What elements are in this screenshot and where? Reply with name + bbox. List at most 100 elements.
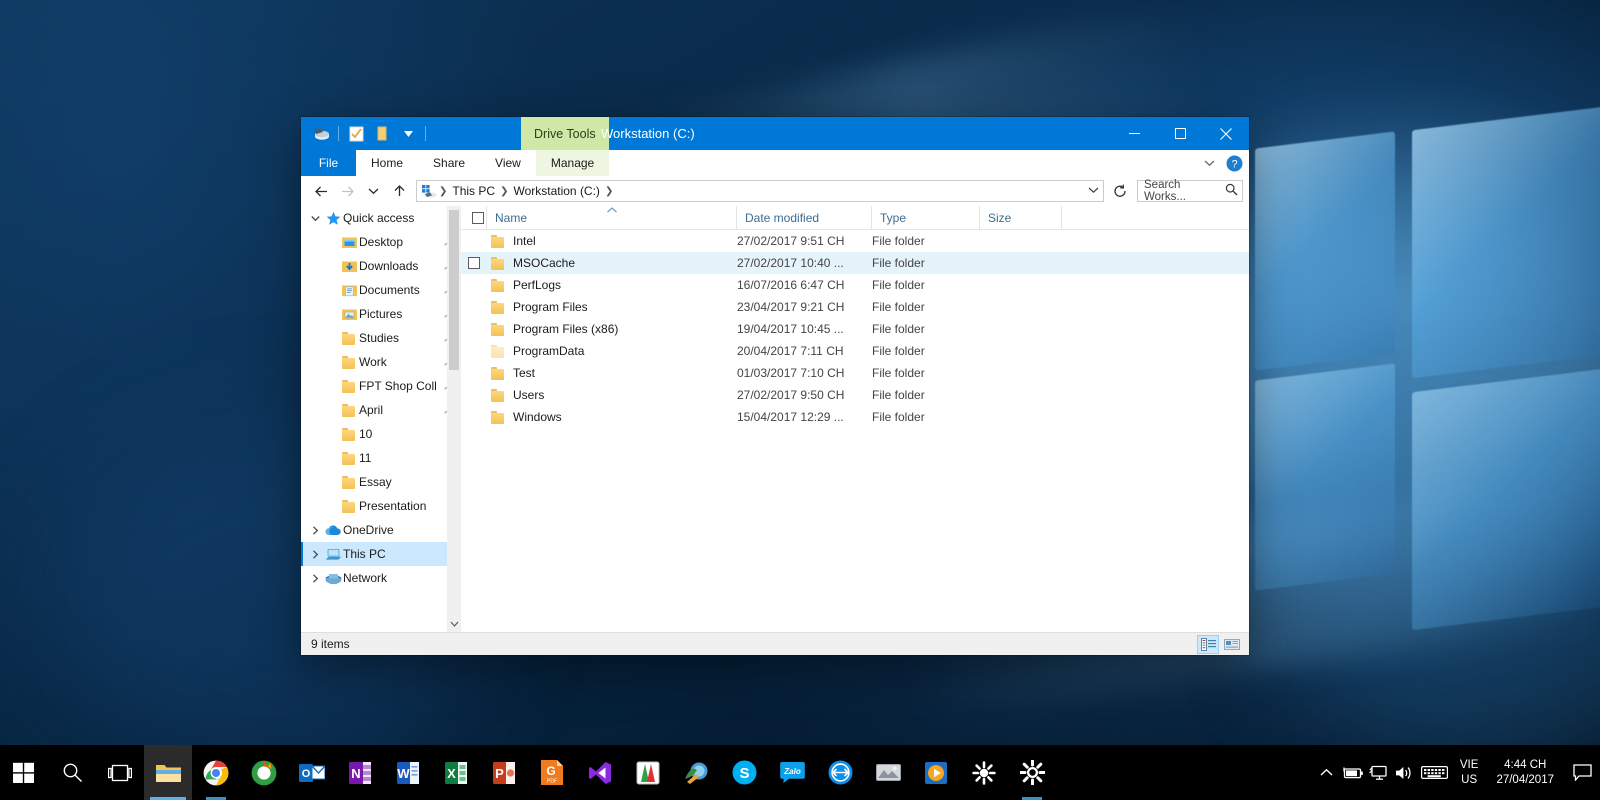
table-row[interactable]: Intel 27/02/2017 9:51 CH File folder [461,230,1249,252]
taskbar-app-internet-download-manager[interactable] [672,745,720,800]
breadcrumb-item-this-pc[interactable]: This PC [448,184,499,198]
taskbar-app-word[interactable]: W [384,745,432,800]
row-checkbox[interactable] [461,406,487,428]
action-center-icon[interactable] [1564,745,1600,800]
taskbar-app-settings-gear[interactable] [1008,745,1056,800]
search-input[interactable]: Search Works... [1137,179,1243,203]
tab-view[interactable]: View [480,150,536,176]
large-icons-view-icon[interactable] [1221,635,1243,654]
taskbar-app-settings-gear-white[interactable] [960,745,1008,800]
help-icon[interactable]: ? [1223,152,1245,174]
sidebar-item-studies[interactable]: Studies [301,326,461,350]
keyboard-icon[interactable] [1418,745,1452,800]
network-monitor-icon[interactable] [1366,745,1392,800]
scrollbar-thumb[interactable] [449,210,459,370]
file-name-cell[interactable]: Program Files [487,296,737,318]
chevron-right-icon[interactable] [307,573,323,583]
sidebar-item-network[interactable]: Network [301,566,461,590]
windows-start-icon[interactable] [0,745,48,800]
column-header-name[interactable]: Name [487,205,737,230]
sidebar-item-11[interactable]: 11 [301,446,461,470]
drive-icon[interactable] [308,122,334,146]
taskbar-app-photo-viewer[interactable] [864,745,912,800]
sidebar-item-presentation[interactable]: Presentation [301,494,461,518]
file-name-cell[interactable]: Test [487,362,737,384]
taskbar-app-onenote[interactable]: N [336,745,384,800]
column-header-size[interactable]: Size [980,205,1062,230]
table-row[interactable]: Windows 15/04/2017 12:29 ... File folder [461,406,1249,428]
details-view-icon[interactable] [1197,634,1219,654]
column-header-type[interactable]: Type [872,205,980,230]
chevron-right-icon[interactable] [307,549,323,559]
language-indicator[interactable]: VIE US [1452,745,1487,800]
column-header-date-modified[interactable]: Date modified [737,205,872,230]
sidebar-item-essay[interactable]: Essay [301,470,461,494]
taskbar-app-unikey[interactable] [624,745,672,800]
tab-file[interactable]: File [301,150,356,176]
taskbar-app-foxit-pdf-reader[interactable]: G PDF [528,745,576,800]
taskbar-app-google-chrome[interactable] [192,745,240,800]
row-checkbox[interactable] [461,230,487,252]
taskbar-app-powerpoint[interactable]: P [480,745,528,800]
tab-manage[interactable]: Manage [535,150,610,176]
volume-icon[interactable] [1392,745,1418,800]
taskbar-app-excel[interactable]: X [432,745,480,800]
row-checkbox[interactable] [461,318,487,340]
sidebar-item-documents[interactable]: Documents [301,278,461,302]
search-icon[interactable] [1225,183,1238,199]
table-row[interactable]: Program Files 23/04/2017 9:21 CH File fold… [461,296,1249,318]
close-icon[interactable] [1203,117,1249,150]
breadcrumb-item-workstation-c[interactable]: Workstation (C:) [509,184,603,198]
sidebar-item-fpt-shop-coll[interactable]: FPT Shop Coll [301,374,461,398]
taskbar-app-media-player[interactable] [912,745,960,800]
taskbar-app-outlook[interactable]: O [288,745,336,800]
taskbar-app-file-explorer[interactable] [144,745,192,800]
row-checkbox[interactable] [461,340,487,362]
clock[interactable]: 4:44 CH 27/04/2017 [1486,745,1564,800]
sidebar-item-april[interactable]: April [301,398,461,422]
tab-share[interactable]: Share [418,150,480,176]
scroll-down-icon[interactable] [447,616,461,632]
chevron-right-icon[interactable] [307,525,323,535]
chevron-down-icon[interactable] [307,215,323,222]
refresh-icon[interactable] [1109,180,1131,202]
taskbar-app-zalo[interactable]: Zalo [768,745,816,800]
table-row[interactable]: MSOCache 27/02/2017 10:40 ... File folder [461,252,1249,274]
sidebar-item-10[interactable]: 10 [301,422,461,446]
sidebar-item-quick-access[interactable]: Quick access [301,206,461,230]
tab-home[interactable]: Home [356,150,418,176]
row-checkbox[interactable] [461,252,487,274]
table-row[interactable]: Users 27/02/2017 9:50 CH File folder [461,384,1249,406]
chevron-up-icon[interactable] [1314,745,1340,800]
properties-icon[interactable] [343,122,369,146]
sidebar-item-onedrive[interactable]: OneDrive [301,518,461,542]
task-view-icon[interactable] [96,745,144,800]
row-checkbox[interactable] [461,274,487,296]
breadcrumb[interactable]: ❯ This PC ❯ Workstation (C:) ❯ [416,180,1104,202]
taskbar-app-skype[interactable]: S [720,745,768,800]
search-icon[interactable] [48,745,96,800]
table-row[interactable]: Program Files (x86) 19/04/2017 10:45 ... F… [461,318,1249,340]
sidebar-item-pictures[interactable]: Pictures [301,302,461,326]
table-row[interactable]: ProgramData 20/04/2017 7:11 CH File folder [461,340,1249,362]
new-folder-icon[interactable] [369,122,395,146]
table-row[interactable]: Test 01/03/2017 7:10 CH File folder [461,362,1249,384]
contextual-tab-drive-tools[interactable]: Drive Tools [521,117,609,150]
select-all-checkbox[interactable] [461,205,487,230]
up-arrow-icon[interactable] [387,179,411,203]
file-name-cell[interactable]: PerfLogs [487,274,737,296]
taskbar-app-coc-coc-browser[interactable] [240,745,288,800]
breadcrumb-drive-icon[interactable] [422,184,438,198]
table-row[interactable]: PerfLogs 16/07/2016 6:47 CH File folder [461,274,1249,296]
file-name-cell[interactable]: MSOCache [487,252,737,274]
sidebar-item-work[interactable]: Work [301,350,461,374]
navigation-scrollbar[interactable] [447,206,461,632]
chevron-down-icon[interactable] [1197,151,1221,175]
minimize-icon[interactable] [1111,117,1157,150]
back-arrow-icon[interactable] [309,179,333,203]
file-name-cell[interactable]: Intel [487,230,737,252]
sidebar-item-downloads[interactable]: Downloads [301,254,461,278]
sidebar-item-desktop[interactable]: Desktop [301,230,461,254]
file-name-cell[interactable]: ProgramData [487,340,737,362]
customize-chevron-icon[interactable] [395,122,421,146]
